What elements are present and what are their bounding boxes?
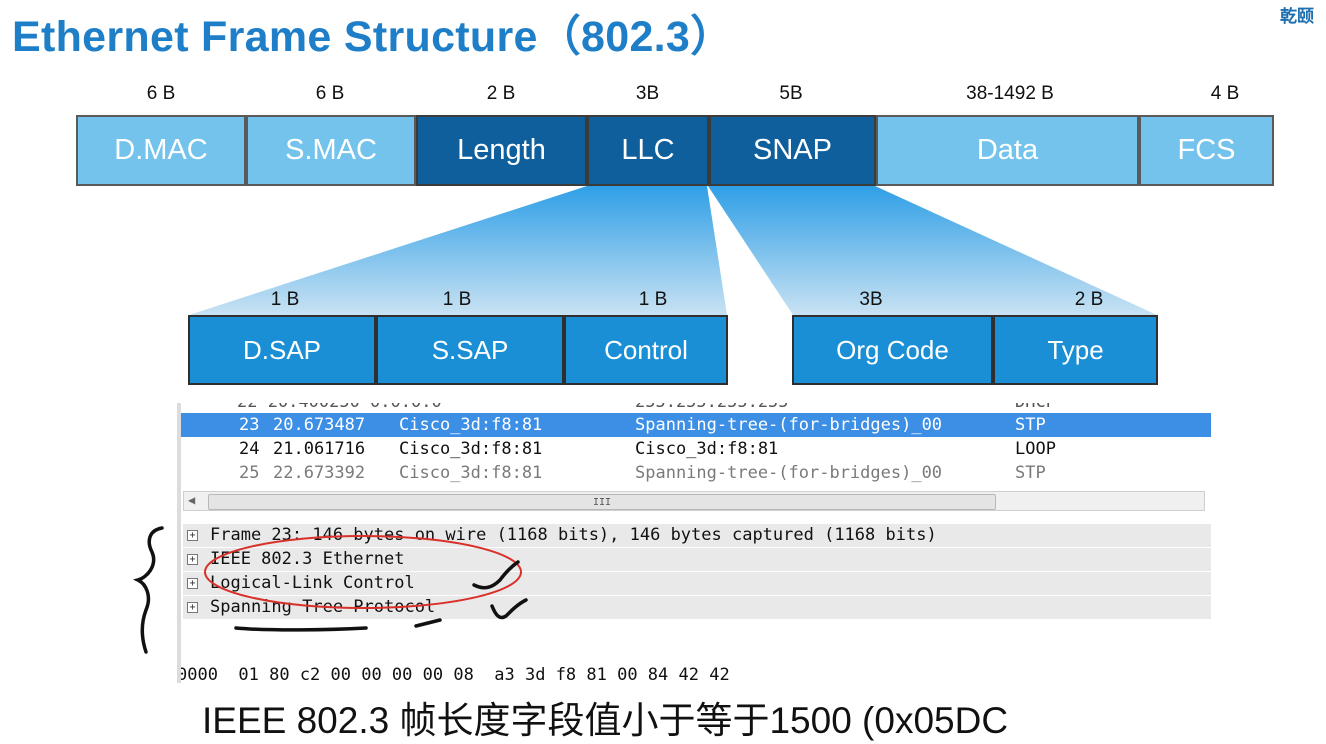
packet-time: 21.061716 [273,439,366,459]
field-snap: SNAP [709,115,876,186]
size-label-dmac: 6 B [146,83,176,104]
llc-subfields: D.SAP S.SAP Control [188,315,728,385]
left-brace-annotation [132,526,164,654]
size-label-length: 2 B [486,83,516,104]
packet-no: 25 [239,463,260,483]
packet-protocol: LOOP [1015,439,1056,459]
field-org-code: Org Code [792,315,993,385]
packet-destination: Spanning-tree-(for-bridges)_00 [635,415,943,435]
caption: IEEE 802.3 帧长度字段值小于等于1500 (0x05DC [202,700,1009,741]
size-label-llc: 3B [635,83,660,104]
expand-icon[interactable]: + [187,554,198,565]
packet-protocol: STP [1015,463,1046,483]
packet-row[interactable]: 24 21.061716 Cisco_3d:f8:81 Cisco_3d:f8:… [177,437,1211,461]
size-label-control: 1 B [638,289,668,310]
size-label-type: 2 B [1074,289,1104,310]
detail-text: Logical-Link Control [210,573,415,593]
expand-icon[interactable]: + [187,578,198,589]
field-length: Length [416,115,587,186]
size-label-ssap: 1 B [442,289,472,310]
ethernet-frame-fields: D.MAC S.MAC Length LLC SNAP Data FCS [76,115,1274,186]
packet-destination: Cisco_3d:f8:81 [635,439,779,459]
packet-source: Cisco_3d:f8:81 [399,463,543,483]
field-dmac: D.MAC [76,115,246,186]
detail-item-frame[interactable]: + Frame 23: 146 bytes on wire (1168 bits… [183,524,1211,548]
field-type: Type [993,315,1158,385]
wireshark-panel: 22 20.400250 0.0.0.0 255.255.255.255 DHC… [177,403,1211,683]
field-data: Data [876,115,1139,186]
packet-protocol: STP [1015,415,1046,435]
field-llc: LLC [587,115,709,186]
packet-time: 22.673392 [273,463,366,483]
scrollbar-thumb[interactable]: III [208,494,996,510]
detail-item-llc[interactable]: + Logical-Link Control [183,572,1211,596]
size-label-data: 38-1492 B [966,83,1054,104]
field-fcs: FCS [1139,115,1274,186]
horizontal-scrollbar[interactable]: ◀ III [183,491,1205,511]
scroll-left-icon[interactable]: ◀ [188,493,195,507]
size-label-smac: 6 B [315,83,345,104]
field-smac: S.MAC [246,115,416,186]
packet-source: Cisco_3d:f8:81 [399,415,543,435]
panel-left-edge [177,403,181,683]
detail-text: IEEE 802.3 Ethernet [210,549,405,569]
snap-subfields: Org Code Type [792,315,1158,385]
packet-row[interactable]: 23 20.673487 Cisco_3d:f8:81 Spanning-tre… [177,413,1211,437]
packet-destination: Spanning-tree-(for-bridges)_00 [635,463,943,483]
packet-no: 23 [239,415,260,435]
expand-icon[interactable]: + [187,530,198,541]
detail-item-ethernet[interactable]: + IEEE 802.3 Ethernet [183,548,1211,572]
detail-text: Spanning Tree Protocol [210,597,436,617]
field-control: Control [564,315,728,385]
packet-row[interactable]: 25 22.673392 Cisco_3d:f8:81 Spanning-tre… [177,461,1211,485]
packet-source: Cisco_3d:f8:81 [399,439,543,459]
size-label-org-code: 3B [859,289,883,310]
packet-time: 20.673487 [273,415,366,435]
size-label-dsap: 1 B [270,289,300,310]
hex-dump-line: 0000 01 80 c2 00 00 00 00 08 a3 3d f8 81… [177,665,730,683]
field-dsap: D.SAP [188,315,376,385]
size-label-snap: 5B [779,83,803,104]
expand-icon[interactable]: + [187,602,198,613]
size-label-fcs: 4 B [1210,83,1240,104]
detail-item-stp[interactable]: + Spanning Tree Protocol [183,596,1211,620]
packet-no: 24 [239,439,260,459]
scroll-grip-icon: III [592,496,612,508]
field-ssap: S.SAP [376,315,564,385]
detail-text: Frame 23: 146 bytes on wire (1168 bits),… [210,525,937,545]
